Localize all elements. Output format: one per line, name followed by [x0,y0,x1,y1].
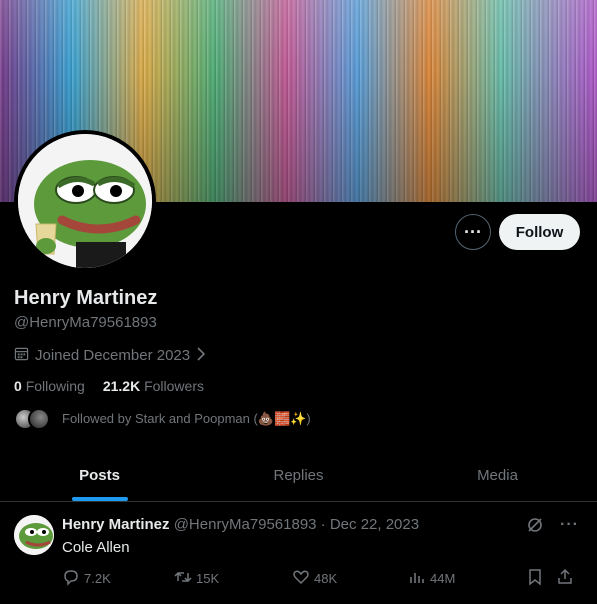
chevron-right-icon [196,346,206,365]
follow-button[interactable]: Follow [499,214,580,250]
more-icon[interactable]: ··· [560,516,579,539]
profile-tabs: Posts Replies Media [0,450,597,502]
reply-count: 7.2K [84,571,111,586]
following-label: Following [25,378,85,394]
bookmark-icon [526,568,544,589]
like-button[interactable]: 48K [292,568,408,589]
tweet-text: Cole Allen [62,539,130,556]
joined-label: Joined December 2023 [35,347,191,364]
joined-date[interactable]: Joined December 2023 [14,346,206,365]
tab-label: Posts [79,467,120,484]
follow-counts: 0 Following 21.2K Followers [14,378,204,394]
reply-button[interactable]: 7.2K [62,568,174,589]
followers-label: Followers [144,378,204,394]
views-icon [408,568,426,589]
avatar-image [18,134,152,268]
profile-name: Henry Martinez [14,287,158,309]
follower-avatars [14,408,50,430]
heart-icon [292,568,310,589]
avatar[interactable] [14,515,54,555]
repost-button[interactable]: 15K [174,568,292,589]
profile-handle: @HenryMa79561893 [14,314,157,331]
tab-label: Media [477,467,518,484]
more-options-button[interactable]: ··· [455,214,491,250]
tweet-top-icons: ··· [526,516,579,539]
following-count: 0 [14,378,22,394]
bookmark-button[interactable] [526,568,556,589]
pepe-frog-icon [18,134,152,268]
avatar [28,408,50,430]
calendar-icon [14,346,29,365]
tab-label: Replies [273,467,324,484]
repost-icon [174,568,192,589]
tab-media[interactable]: Media [398,450,597,501]
followers-count: 21.2K [102,378,141,394]
tweet-header: Henry Martinez @HenryMa79561893 · Dec 22… [62,516,419,533]
pepe-frog-icon [14,515,54,555]
tab-replies[interactable]: Replies [199,450,398,501]
like-count: 48K [314,571,338,586]
followers-link[interactable]: 21.2K Followers [103,378,204,394]
reply-icon [62,568,80,589]
tweet-actions: 7.2K 15K 48K 44M [62,568,582,589]
share-icon [556,568,574,589]
followed-by-text: Followed by Stark and Poopman (💩🧱✨) [62,411,311,426]
followed-by[interactable]: Followed by Stark and Poopman (💩🧱✨) [14,408,311,430]
tweet-meta[interactable]: @HenryMa79561893 · Dec 22, 2023 [174,516,419,533]
active-tab-indicator [71,497,128,501]
views-button[interactable]: 44M [408,568,526,589]
tweet-author-name[interactable]: Henry Martinez [62,516,170,533]
following-link[interactable]: 0 Following [14,378,85,394]
tweet[interactable]: Henry Martinez @HenryMa79561893 · Dec 22… [0,502,597,604]
share-button[interactable] [556,568,576,589]
tab-posts[interactable]: Posts [0,450,199,501]
views-count: 44M [430,571,456,586]
repost-count: 15K [196,571,220,586]
grok-icon[interactable] [526,516,544,539]
profile-avatar[interactable] [14,130,156,272]
